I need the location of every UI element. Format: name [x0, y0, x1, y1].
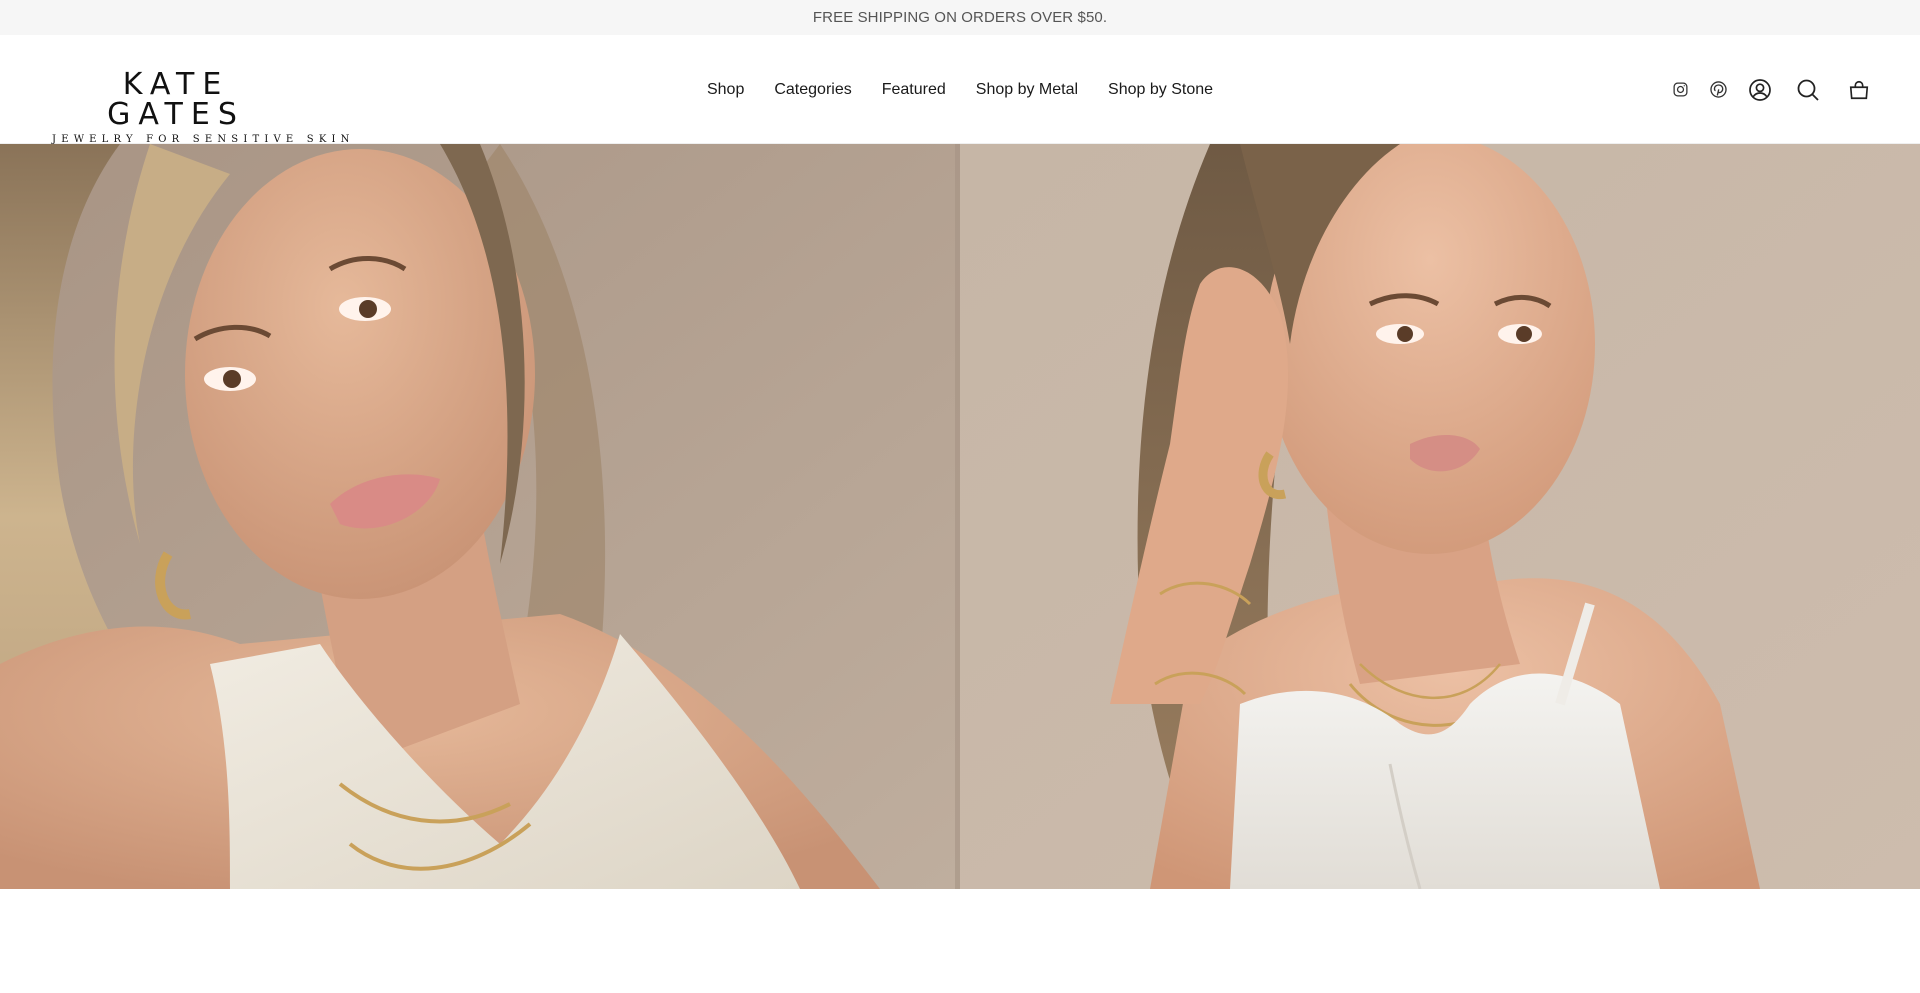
- model-halter-top-image: [0, 144, 960, 889]
- nav-item-shop-by-metal[interactable]: Shop by Metal: [976, 81, 1078, 98]
- announcement-text: FREE SHIPPING ON ORDERS OVER $50.: [812, 9, 1108, 26]
- search-icon[interactable]: [1796, 78, 1820, 102]
- model-white-top-image: [960, 144, 1920, 889]
- nav-item-shop-by-stone[interactable]: Shop by Stone: [1108, 81, 1213, 98]
- pinterest-icon[interactable]: [1709, 80, 1728, 99]
- hero-banner: [0, 144, 1920, 889]
- account-icon[interactable]: [1748, 78, 1772, 102]
- nav-item-shop[interactable]: Shop: [707, 81, 744, 98]
- hero-image-right[interactable]: [960, 144, 1920, 889]
- logo-title: KATE GATES: [107, 67, 245, 132]
- hero-image-left[interactable]: [0, 144, 960, 889]
- site-header: KATE GATES JEWELRY FOR SENSITIVE SKIN Sh…: [0, 35, 1920, 146]
- logo-link[interactable]: KATE GATES JEWELRY FOR SENSITIVE SKIN: [52, 67, 349, 146]
- nav-item-featured[interactable]: Featured: [882, 81, 946, 98]
- nav-item-categories[interactable]: Categories: [774, 81, 851, 98]
- below-hero-area: [0, 889, 1920, 993]
- header-icons: [1672, 35, 1870, 144]
- announcement-bar: FREE SHIPPING ON ORDERS OVER $50.: [0, 0, 1920, 35]
- cart-icon[interactable]: [1848, 79, 1870, 101]
- instagram-icon[interactable]: [1672, 81, 1689, 98]
